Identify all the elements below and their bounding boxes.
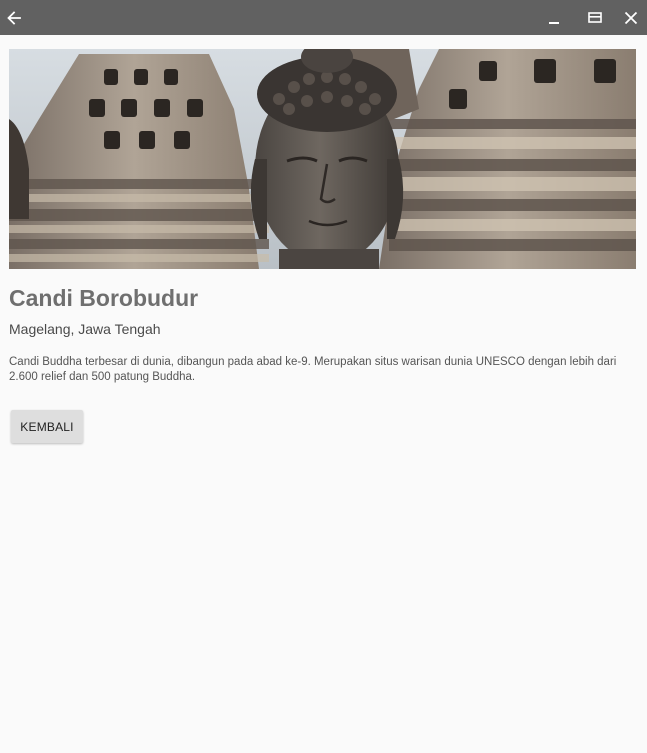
- minimize-button[interactable]: [538, 0, 570, 35]
- place-title: Candi Borobudur: [9, 285, 199, 311]
- minimize-icon: [549, 21, 559, 24]
- close-icon: [624, 11, 637, 24]
- back-arrow-button[interactable]: [0, 0, 28, 35]
- title-bar: [0, 0, 647, 35]
- maximize-icon: [588, 11, 602, 23]
- place-location: Magelang, Jawa Tengah: [9, 321, 161, 337]
- arrow-left-icon: [7, 10, 21, 25]
- hero-image: [9, 49, 636, 269]
- kembali-button[interactable]: KEMBALI: [11, 410, 83, 443]
- close-button[interactable]: [614, 0, 647, 35]
- place-description: Candi Buddha terbesar di dunia, dibangun…: [9, 356, 617, 383]
- maximize-button[interactable]: [578, 0, 612, 35]
- borobudur-photo: [9, 49, 636, 269]
